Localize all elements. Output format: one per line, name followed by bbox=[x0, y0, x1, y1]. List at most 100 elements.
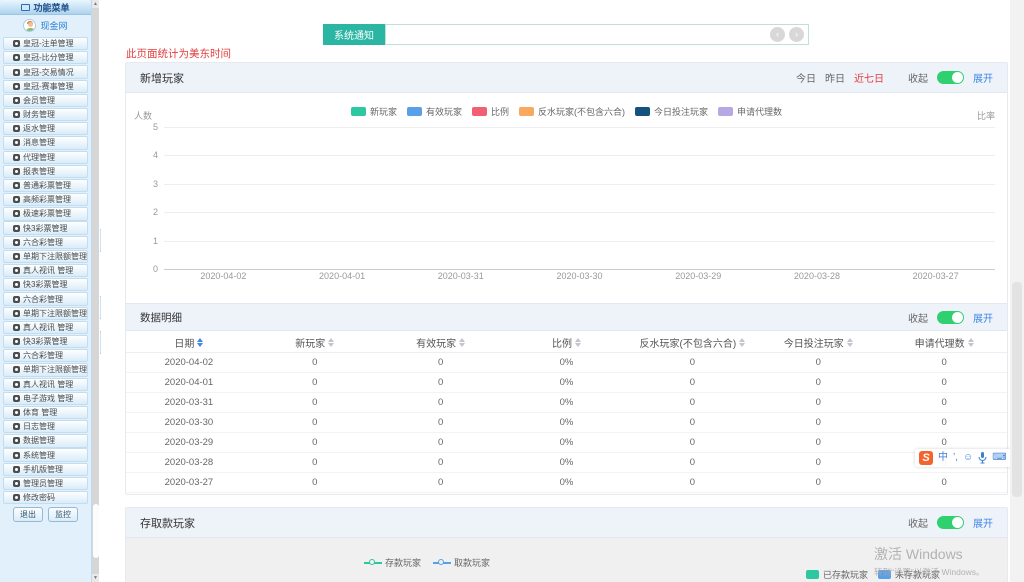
sort-icon[interactable] bbox=[575, 338, 581, 347]
table-header-cell[interactable]: 比例 bbox=[504, 335, 630, 350]
sidebar-item[interactable]: 代理管理 bbox=[3, 151, 88, 164]
filter-last7days[interactable]: 近七日 bbox=[854, 70, 884, 85]
sidebar-item[interactable]: 极速彩票管理 bbox=[3, 207, 88, 220]
table-header-cell[interactable]: 有效玩家 bbox=[378, 335, 504, 350]
column-label: 今日投注玩家 bbox=[784, 335, 844, 350]
sidebar-item[interactable]: 数据管理 bbox=[3, 434, 88, 447]
sort-icon[interactable] bbox=[328, 338, 334, 347]
sidebar-item-label: 快3彩票管理 bbox=[23, 223, 67, 234]
legend-item[interactable]: 有效玩家 bbox=[407, 105, 462, 118]
table-header-cell[interactable]: 今日投注玩家 bbox=[755, 335, 881, 350]
legend-item[interactable]: 新玩家 bbox=[351, 105, 397, 118]
collapse-label[interactable]: 收起 bbox=[908, 70, 928, 85]
menu-item-icon bbox=[13, 409, 20, 416]
sidebar-item[interactable]: 体育 管理 bbox=[3, 406, 88, 419]
table-cell: 0 bbox=[881, 377, 1007, 388]
page-scrollbar-thumb[interactable] bbox=[1012, 282, 1022, 497]
sidebar-item[interactable]: 六合彩管理 bbox=[3, 349, 88, 362]
monitor-button[interactable]: 监控 bbox=[48, 507, 78, 522]
user-row[interactable]: 现金网 bbox=[0, 15, 91, 36]
y-axis-label-right: 比率 bbox=[977, 109, 995, 122]
sidebar-item[interactable]: 皇冠-比分管理 bbox=[3, 51, 88, 64]
sort-icon[interactable] bbox=[847, 338, 853, 347]
sidebar-item[interactable]: 普通彩票管理 bbox=[3, 179, 88, 192]
menu-item-icon bbox=[13, 296, 20, 303]
sidebar-item[interactable]: 系统管理 bbox=[3, 448, 88, 461]
expand-toggle[interactable] bbox=[937, 71, 964, 84]
sidebar-item[interactable]: 修改密码 bbox=[3, 491, 88, 504]
sidebar-item[interactable]: 日志管理 bbox=[3, 420, 88, 433]
system-notice-button[interactable]: 系统通知 bbox=[323, 24, 385, 45]
table-header-cell[interactable]: 日期 bbox=[126, 335, 252, 350]
filter-yesterday[interactable]: 昨日 bbox=[825, 70, 845, 85]
sidebar-item[interactable]: 会员管理 bbox=[3, 94, 88, 107]
chinese-mode-icon[interactable]: 中 bbox=[938, 450, 948, 466]
microphone-icon[interactable] bbox=[978, 452, 987, 464]
sidebar-item[interactable]: 报表管理 bbox=[3, 165, 88, 178]
legend-item[interactable]: 存款玩家 bbox=[364, 556, 421, 569]
sidebar-item[interactable]: 皇冠-注单管理 bbox=[3, 37, 88, 50]
table-header-cell[interactable]: 申请代理数 bbox=[881, 335, 1007, 350]
table-cell: 0 bbox=[252, 377, 378, 388]
expand-toggle[interactable] bbox=[937, 311, 964, 324]
table-header-cell[interactable]: 新玩家 bbox=[252, 335, 378, 350]
legend-item[interactable]: 今日投注玩家 bbox=[635, 105, 708, 118]
legend-item[interactable]: 取款玩家 bbox=[433, 556, 490, 569]
table-cell: 0 bbox=[252, 397, 378, 408]
scrollbar-thumb[interactable] bbox=[93, 504, 99, 558]
sidebar-item[interactable]: 手机版管理 bbox=[3, 463, 88, 476]
emoji-icon[interactable]: ☺ bbox=[963, 450, 973, 466]
expand-label[interactable]: 展开 bbox=[973, 310, 993, 325]
sidebar-item[interactable]: 单期下注限额管理 bbox=[3, 363, 88, 376]
sidebar-item[interactable]: 真人视讯 管理 bbox=[3, 264, 88, 277]
sidebar-item[interactable]: 快3彩票管理 bbox=[3, 278, 88, 291]
sidebar-item[interactable]: 快3彩票管理 bbox=[3, 221, 88, 234]
table-cell: 0 bbox=[755, 397, 881, 408]
sidebar-item-label: 系统管理 bbox=[23, 450, 55, 461]
legend-item[interactable]: 已存款玩家 bbox=[806, 568, 868, 581]
scroll-down-icon[interactable]: ▼ bbox=[92, 574, 99, 582]
expand-label[interactable]: 展开 bbox=[973, 515, 993, 530]
collapse-label[interactable]: 收起 bbox=[908, 515, 928, 530]
filter-today[interactable]: 今日 bbox=[796, 70, 816, 85]
notice-next-icon[interactable]: › bbox=[789, 27, 804, 42]
sidebar-item[interactable]: 返水管理 bbox=[3, 122, 88, 135]
sort-icon[interactable] bbox=[739, 338, 745, 347]
sidebar-item[interactable]: 六合彩管理 bbox=[3, 236, 88, 249]
sidebar-item[interactable]: 皇冠-赛事管理 bbox=[3, 80, 88, 93]
sidebar-item[interactable]: 皇冠-交易情况 bbox=[3, 65, 88, 78]
sidebar-item[interactable]: 财务管理 bbox=[3, 108, 88, 121]
sidebar-scrollbar[interactable]: ▲ ▼ bbox=[92, 0, 99, 582]
legend-swatch bbox=[472, 107, 487, 116]
keyboard-icon[interactable]: ⌨ bbox=[992, 450, 1006, 466]
sidebar-item[interactable]: 管理员管理 bbox=[3, 477, 88, 490]
sort-icon[interactable] bbox=[459, 338, 465, 347]
sidebar-item[interactable]: 电子游戏 管理 bbox=[3, 392, 88, 405]
table-header-cell[interactable]: 反水玩家(不包含六合) bbox=[629, 335, 755, 350]
sidebar-item[interactable]: 真人视讯 管理 bbox=[3, 378, 88, 391]
sidebar-item[interactable]: 单期下注限额管理 bbox=[3, 250, 88, 263]
sidebar-item[interactable]: 消息管理 bbox=[3, 136, 88, 149]
expand-toggle[interactable] bbox=[937, 516, 964, 529]
legend-item[interactable]: 反水玩家(不包含六合) bbox=[519, 105, 625, 118]
sidebar-item[interactable]: 真人视讯 管理 bbox=[3, 321, 88, 334]
legend-item[interactable]: 比例 bbox=[472, 105, 509, 118]
sort-icon[interactable] bbox=[968, 338, 974, 347]
sidebar-item[interactable]: 高频彩票管理 bbox=[3, 193, 88, 206]
table-cell: 2020-04-01 bbox=[126, 377, 252, 388]
collapse-label[interactable]: 收起 bbox=[908, 310, 928, 325]
gridline bbox=[164, 155, 995, 156]
sogou-logo-icon[interactable]: S bbox=[919, 451, 933, 465]
scroll-up-icon[interactable]: ▲ bbox=[92, 0, 99, 8]
sidebar: 功能菜单 现金网 皇冠-注单管理皇冠-比分管理皇冠-交易情况皇冠-赛事管理会员管… bbox=[0, 0, 92, 582]
legend-item[interactable]: 申请代理数 bbox=[718, 105, 782, 118]
sidebar-item[interactable]: 六合彩管理 bbox=[3, 292, 88, 305]
expand-label[interactable]: 展开 bbox=[973, 70, 993, 85]
notice-prev-icon[interactable]: ‹ bbox=[770, 27, 785, 42]
admin-dashboard: 功能菜单 现金网 皇冠-注单管理皇冠-比分管理皇冠-交易情况皇冠-赛事管理会员管… bbox=[0, 0, 1024, 582]
sort-icon[interactable] bbox=[197, 338, 203, 347]
punctuation-icon[interactable]: ’, bbox=[953, 450, 958, 466]
sidebar-item[interactable]: 快3彩票管理 bbox=[3, 335, 88, 348]
logout-button[interactable]: 退出 bbox=[13, 507, 43, 522]
sidebar-item[interactable]: 单期下注限额管理 bbox=[3, 307, 88, 320]
